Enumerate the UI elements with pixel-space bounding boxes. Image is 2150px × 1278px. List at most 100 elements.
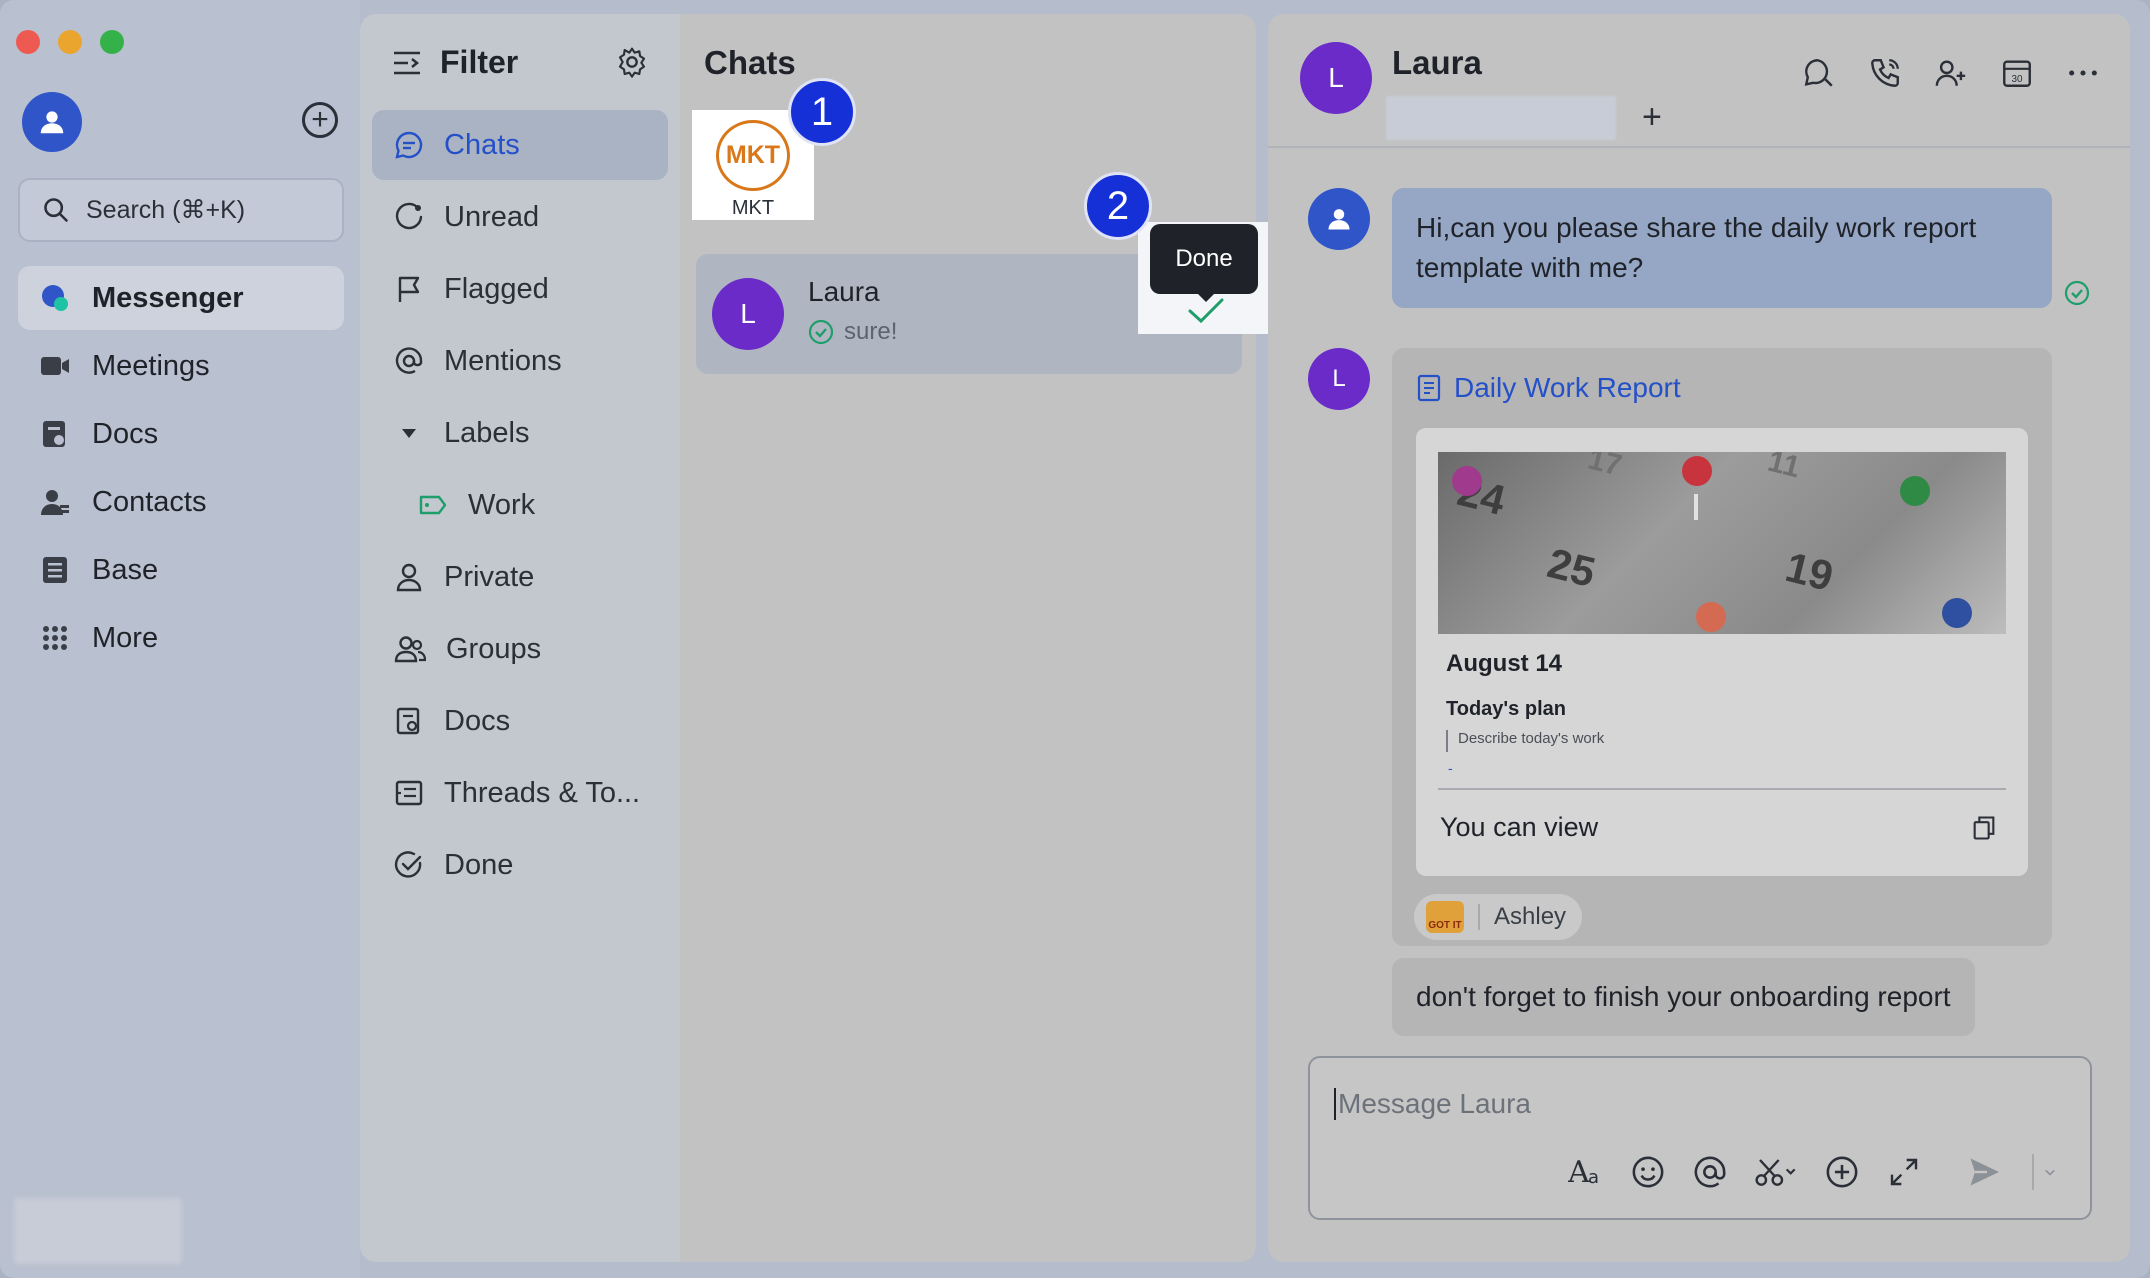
send-icon[interactable] [1962,1154,2006,1190]
filter-mentions[interactable]: Mentions [372,326,668,396]
grid-dots-icon [40,623,70,653]
filter-docs[interactable]: Docs [372,686,668,756]
filter-label: Private [444,560,535,593]
conversation-title[interactable]: Laura [1392,44,1482,82]
sender-avatar[interactable] [1308,188,1370,250]
scissors-icon[interactable] [1754,1154,1798,1190]
filter-chats[interactable]: Chats [372,110,668,180]
filter-private[interactable]: Private [372,542,668,612]
global-search-input[interactable]: Search (⌘+K) [18,178,344,242]
chat-list-panel: Chats MKT MKT L Laura sure! [680,14,1256,1262]
at-sign-icon [395,347,423,374]
nav-label: More [92,621,159,654]
filter-label: Groups [446,632,542,665]
window-controls-duplicate [16,30,124,54]
nav-contacts[interactable]: Contacts [18,470,344,534]
doc-date: August 14 [1446,650,1563,677]
search-placeholder: Search (⌘+K) [86,196,246,224]
nav-label: Base [92,553,159,586]
my-avatar[interactable] [22,92,82,152]
filter-unread[interactable]: Unread [372,182,668,252]
calendar-number: 11 [1764,452,1804,485]
create-new-button[interactable]: + [302,102,338,138]
nav-meetings[interactable]: Meetings [18,334,344,398]
message-bubble[interactable]: don't forget to finish your onboarding r… [1392,958,1975,1036]
reaction-user: Ashley [1494,903,1567,930]
chat-search-icon[interactable] [1802,56,1836,90]
nav-label: Contacts [92,485,207,518]
maximize-window-button[interactable] [100,30,124,54]
filter-groups[interactable]: Groups [372,614,668,684]
svg-text:a: a [1588,1167,1599,1188]
filter-labels[interactable]: Labels [372,398,668,468]
chat-preview: sure! [808,318,897,346]
reaction-chip[interactable]: GOT IT Ashley [1414,894,1583,940]
read-check-icon [808,319,834,345]
filter-threads[interactable]: Threads & To... [372,758,668,828]
doc-permission: You can view [1440,812,1599,842]
minimize-window-button[interactable] [58,30,82,54]
calendar-number: 25 [1543,539,1600,596]
nav-more[interactable]: More [18,606,344,670]
divider [1438,788,2006,790]
calendar-pins-image: 24 25 19 17 11 [1438,452,2006,634]
search-icon [44,198,68,222]
message-input[interactable] [1334,1088,2034,1120]
filter-label: Threads & To... [444,776,641,809]
tag-icon [419,495,447,515]
filter-label: Flagged [444,272,549,305]
avatar[interactable]: L [1300,42,1372,114]
emoji-icon[interactable] [1630,1154,1666,1190]
pin-purple [1452,466,1482,496]
nav-label: Messenger [92,281,244,314]
nav-base[interactable]: Base [18,538,344,602]
text-format-icon[interactable]: Aa [1568,1154,1604,1190]
calendar-number: 17 [1584,452,1625,483]
add-tab-button[interactable]: + [1642,98,1662,137]
filter-label: Done [444,848,514,881]
calendar-icon[interactable]: 30 [2000,56,2034,90]
more-options-icon[interactable] [2066,56,2100,90]
chat-bubble-icon [395,131,423,159]
copy-icon [1973,816,1995,840]
send-options-chevron-icon[interactable] [2032,1154,2056,1190]
mark-done-button[interactable] [1186,296,1226,331]
messenger-icon [40,283,70,313]
person-outline-icon [396,563,422,592]
nav-label: Docs [92,417,159,450]
pin-orange [1696,602,1726,632]
nav-messenger[interactable]: Messenger [18,266,344,330]
nav-docs[interactable]: Docs [18,402,344,466]
pin-blue [1942,598,1972,628]
doc-title-link[interactable]: Daily Work Report [1416,372,1681,404]
sender-avatar[interactable]: L [1308,348,1370,410]
read-check-icon [2064,280,2090,306]
message-bubble[interactable]: Hi,can you please share the daily work r… [1392,188,2052,308]
filter-label: Unread [444,200,540,233]
copy-link-button[interactable] [1970,814,1998,847]
filter-label-work[interactable]: Work [372,470,668,540]
left-navigation: + Search (⌘+K) Messenger Meetings Docs C… [0,0,360,1278]
filter-flagged[interactable]: Flagged [372,254,668,324]
add-attachment-icon[interactable] [1824,1154,1860,1190]
filter-header[interactable]: Filter [392,44,518,81]
app-nav-list: Messenger Meetings Docs Contacts Base Mo… [18,266,344,674]
doc-description: Describe today's work [1446,730,1604,752]
mention-icon[interactable] [1692,1154,1728,1190]
step-badge-2: 2 [1084,172,1152,240]
filter-settings-button[interactable] [616,46,648,83]
base-icon [40,555,70,585]
done-tooltip: Done [1150,224,1258,294]
calendar-number: 19 [1781,543,1838,600]
close-window-button[interactable] [16,30,40,54]
doc-icon [1417,374,1441,402]
document-icon [396,707,420,735]
doc-preview[interactable]: 24 25 19 17 11 August 14 Today's plan De… [1416,428,2028,876]
caret-down-icon [402,429,416,438]
add-member-icon[interactable] [1934,56,1968,90]
expand-icon[interactable] [1886,1154,1922,1190]
person-icon [40,111,64,134]
phone-icon[interactable] [1868,56,1902,90]
filter-done[interactable]: Done [372,830,668,900]
doc-message-card[interactable]: Daily Work Report 24 25 19 17 11 August … [1392,348,2052,946]
